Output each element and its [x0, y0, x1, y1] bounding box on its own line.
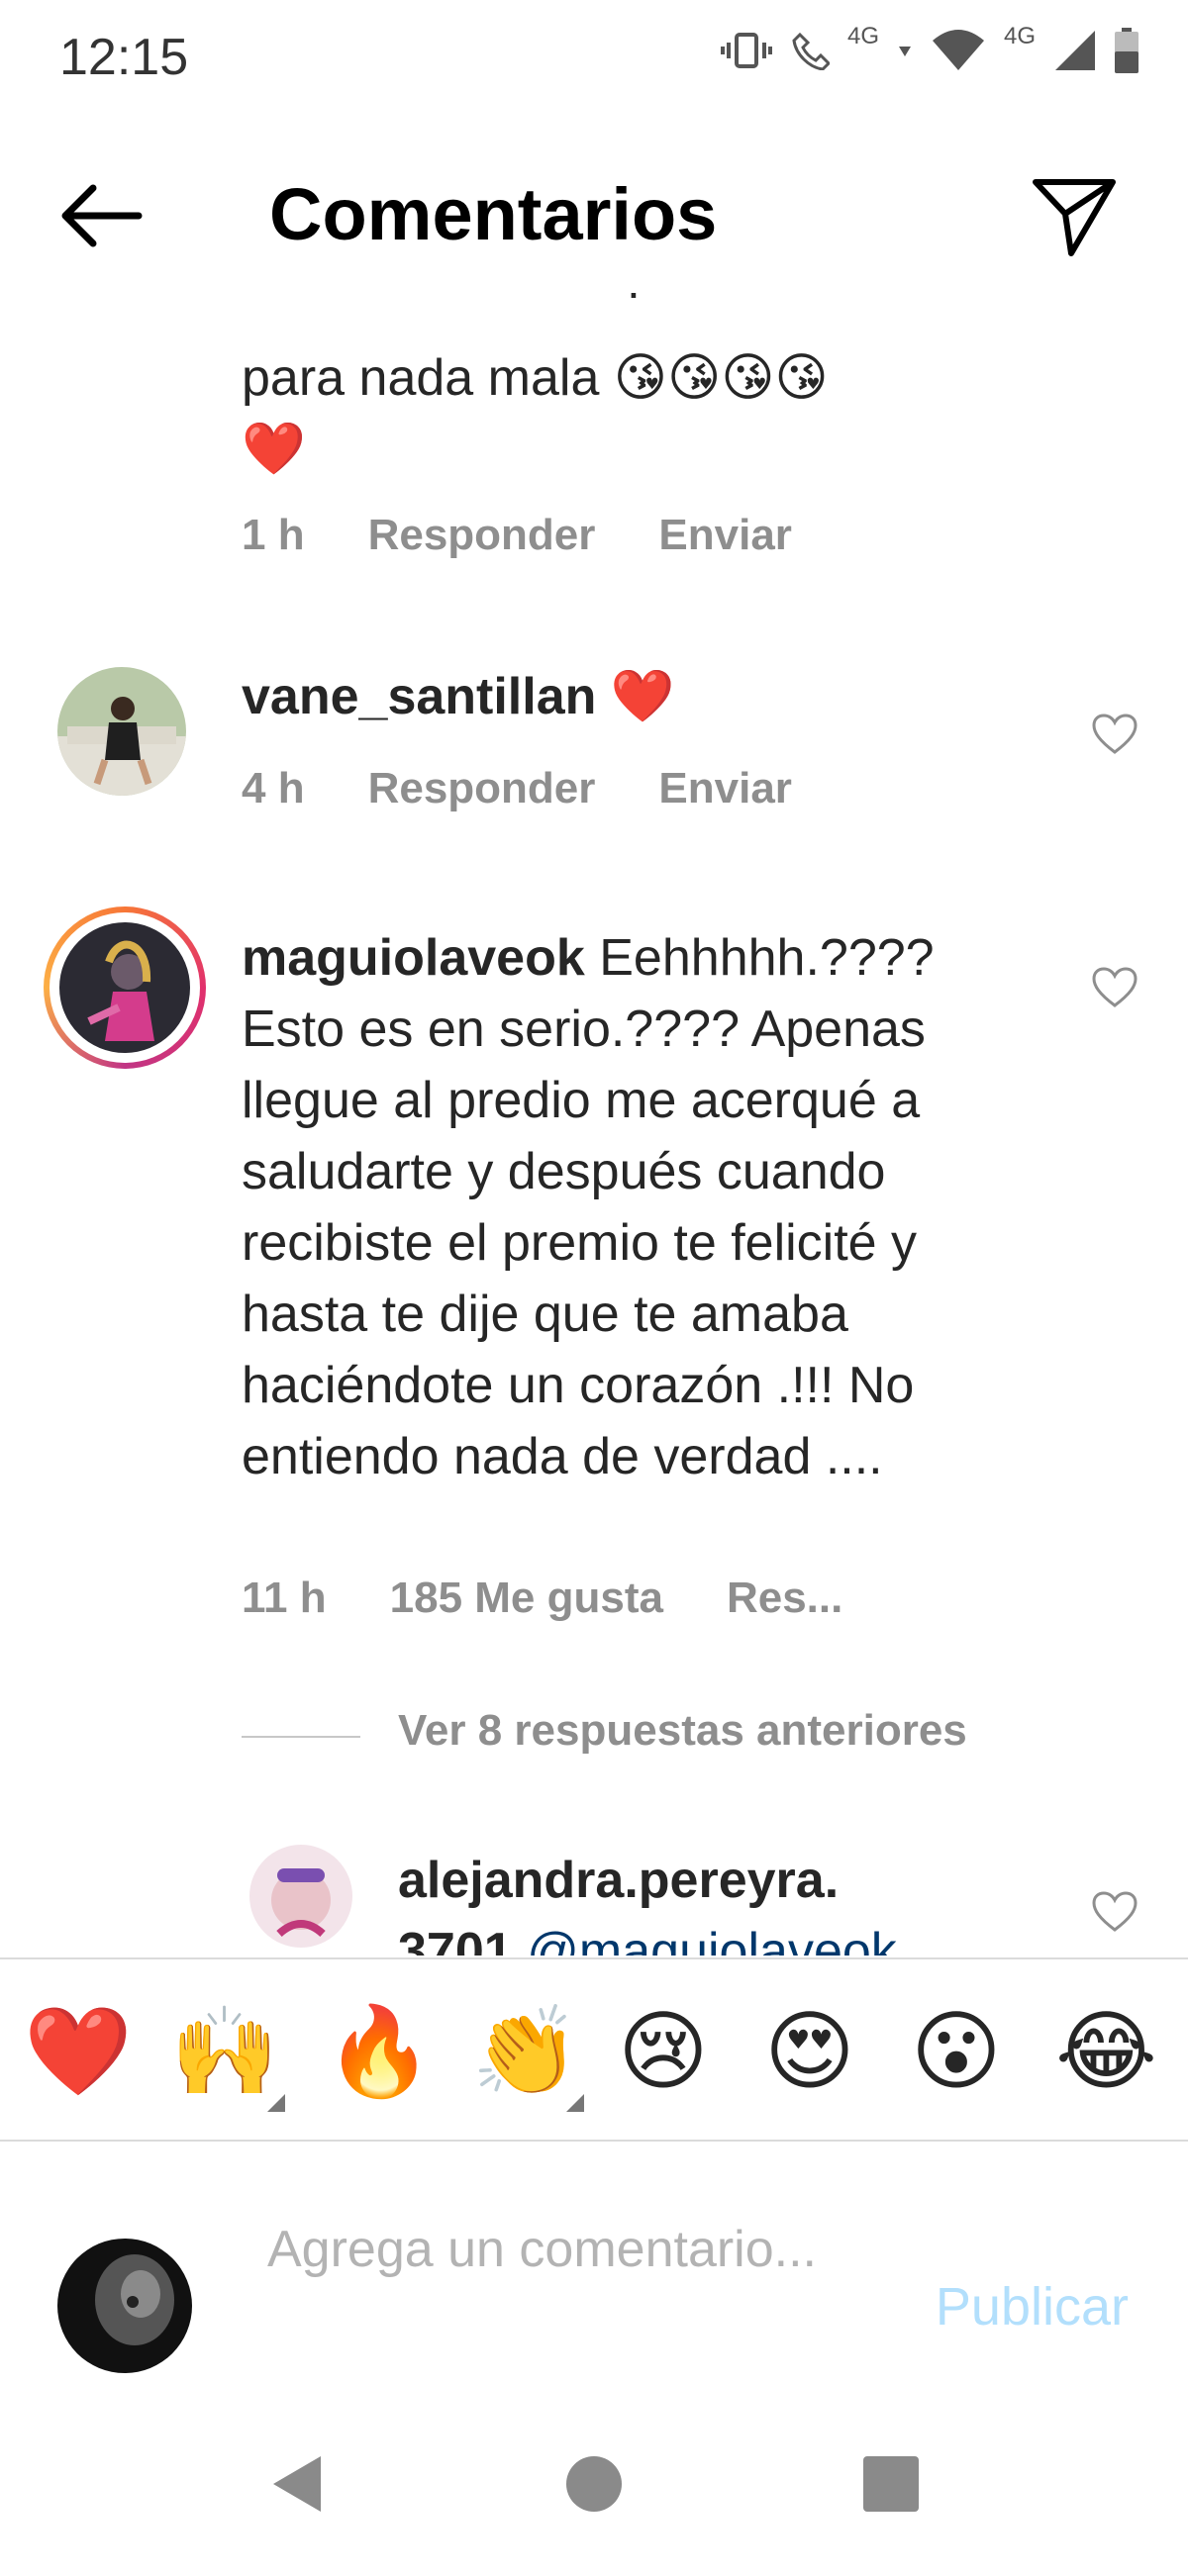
back-button[interactable]	[55, 176, 154, 255]
reaction-heart[interactable]: ❤️	[24, 1997, 133, 2106]
comment-body: maguiolaveok Eehhhhh.???? Esto es en ser…	[242, 922, 1034, 1492]
avatar-photo	[59, 922, 190, 1053]
reaction-heart-eyes[interactable]: 😍	[764, 1997, 855, 2106]
status-bar: 12:15 4G 4G	[0, 0, 1188, 119]
divider	[0, 1957, 1188, 1959]
comment-text-line: para nada mala 😘😘😘😘	[242, 349, 829, 407]
reply-button[interactable]: Responder	[368, 511, 596, 560]
skin-tone-indicator-icon	[267, 2094, 285, 2112]
send-button[interactable]: Enviar	[658, 764, 792, 813]
nav-home-icon[interactable]	[554, 2444, 634, 2524]
comment-time: 11 h	[242, 1574, 327, 1622]
send-button[interactable]: Enviar	[658, 511, 792, 560]
reaction-laughing-face[interactable]: 😂	[1055, 1997, 1157, 2106]
comment-cut-line: las cosas no me parece	[242, 293, 785, 303]
reaction-surprised-face[interactable]: 😮	[911, 1997, 1002, 2106]
avatar[interactable]	[249, 1845, 352, 1948]
network-label-2: 4G	[1003, 23, 1036, 49]
comment-meta: 4 h Responder Enviar	[242, 764, 792, 813]
avatar-photo	[57, 667, 186, 796]
vibrate-icon	[720, 33, 772, 68]
publish-button[interactable]: Publicar	[936, 2276, 1129, 2337]
comment-text: Eehhhhh.???? Esto es en serio.???? Apena…	[242, 929, 935, 1485]
avatar[interactable]	[57, 667, 186, 796]
network-label: 4G	[846, 23, 879, 49]
comment-body: vane_santillan ❤️	[242, 661, 1034, 732]
reply-body: alejandra.pereyra. 3701 @maguiolaveok	[398, 1845, 1012, 1956]
status-time: 12:15	[59, 29, 189, 86]
comment-text: para nada mala 😘😘😘😘 ❤️	[242, 342, 1034, 485]
nav-recents-icon[interactable]	[851, 2444, 931, 2524]
skin-tone-indicator-icon	[566, 2094, 584, 2112]
avatar-photo	[57, 2239, 192, 2373]
reaction-fire[interactable]: 🔥	[325, 1997, 434, 2106]
nav-back-icon[interactable]	[259, 2444, 339, 2524]
comment-time: 4 h	[242, 764, 305, 812]
page-title: Comentarios	[269, 173, 718, 255]
story-avatar[interactable]	[44, 906, 206, 1069]
comment-composer: Agrega un comentario... Publicar	[0, 2159, 1188, 2377]
likes-count[interactable]: 185 Me gusta	[390, 1574, 663, 1623]
comments-list[interactable]: las cosas no me parece para nada mala 😘😘…	[0, 293, 1188, 1956]
emoji-reaction-bar: ❤️ 🙌 🔥 👏 😢 😍 😮 😂	[0, 1969, 1188, 2147]
status-icons: 4G 4G	[720, 23, 1138, 73]
comment-text: ❤️	[610, 668, 675, 725]
reaction-crying-face[interactable]: 😢	[618, 1997, 709, 2106]
reply-username-cont[interactable]: 3701	[398, 1923, 513, 1956]
comment-heart-emoji: ❤️	[242, 421, 306, 478]
comment-input[interactable]: Agrega un comentario...	[267, 2215, 861, 2284]
user-avatar	[57, 2239, 192, 2373]
comment-username[interactable]: maguiolaveok	[242, 929, 585, 987]
comment-time: 1 h	[242, 511, 305, 559]
like-heart-icon[interactable]	[1091, 966, 1138, 1009]
reply-button[interactable]: Res...	[727, 1574, 842, 1623]
reply-username[interactable]: alejandra.pereyra.	[398, 1852, 839, 1909]
system-nav-bar	[0, 2395, 1188, 2576]
comment-meta: 11 h 185 Me gusta Res...	[242, 1574, 842, 1623]
battery-icon	[1115, 28, 1138, 73]
wifi-icon	[932, 30, 984, 70]
paper-plane-icon	[1033, 179, 1116, 256]
share-button[interactable]	[1030, 172, 1119, 261]
call-icon	[792, 32, 830, 70]
divider	[0, 2140, 1188, 2142]
comment-username[interactable]: vane_santillan	[242, 668, 596, 725]
avatar-photo	[249, 1845, 352, 1948]
signal-icon	[1055, 31, 1095, 70]
arrow-left-icon	[61, 184, 143, 247]
reaction-clapping-hands[interactable]: 👏	[471, 1997, 580, 2106]
data-arrow-icon	[898, 47, 911, 56]
reaction-raising-hands[interactable]: 🙌	[170, 1997, 279, 2106]
reply-button[interactable]: Responder	[368, 764, 596, 813]
replies-divider	[242, 1736, 360, 1738]
view-replies-button[interactable]: Ver 8 respuestas anteriores	[398, 1706, 967, 1756]
reply-mention[interactable]: @maguiolaveok	[527, 1923, 897, 1956]
app-header: Comentarios	[0, 139, 1188, 287]
like-heart-icon[interactable]	[1091, 1890, 1138, 1934]
comment-meta: 1 h Responder Enviar	[242, 511, 792, 560]
like-heart-icon[interactable]	[1091, 713, 1138, 756]
